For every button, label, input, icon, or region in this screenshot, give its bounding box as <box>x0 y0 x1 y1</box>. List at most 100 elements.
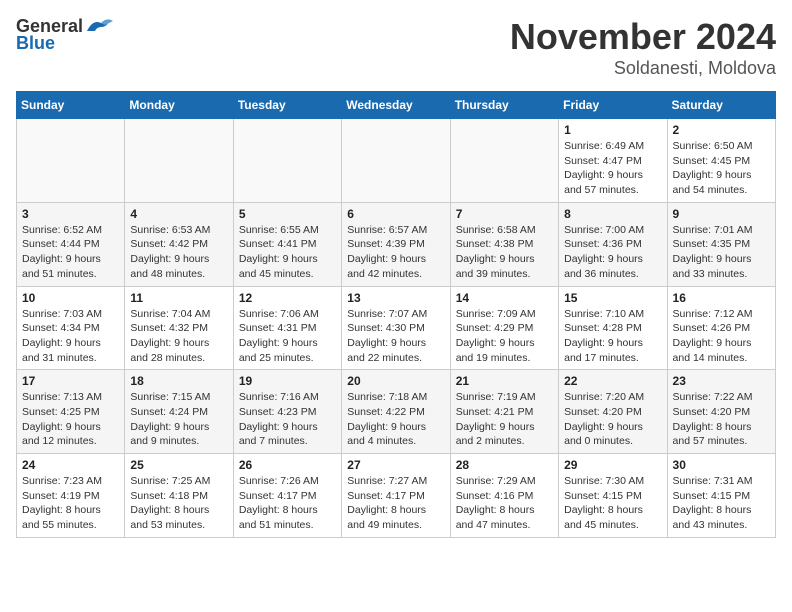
day-number: 23 <box>673 374 770 388</box>
day-info: Sunrise: 7:30 AM Sunset: 4:15 PM Dayligh… <box>564 474 661 533</box>
calendar-cell: 4 Sunrise: 6:53 AM Sunset: 4:42 PM Daylig… <box>125 202 233 286</box>
calendar-cell: 6 Sunrise: 6:57 AM Sunset: 4:39 PM Daylig… <box>342 202 450 286</box>
day-info: Sunrise: 7:27 AM Sunset: 4:17 PM Dayligh… <box>347 474 444 533</box>
day-info: Sunrise: 7:00 AM Sunset: 4:36 PM Dayligh… <box>564 223 661 282</box>
calendar-cell: 30 Sunrise: 7:31 AM Sunset: 4:15 PM Dayli… <box>667 454 775 538</box>
calendar-cell: 18 Sunrise: 7:15 AM Sunset: 4:24 PM Dayli… <box>125 370 233 454</box>
day-number: 30 <box>673 458 770 472</box>
calendar-cell: 21 Sunrise: 7:19 AM Sunset: 4:21 PM Dayli… <box>450 370 558 454</box>
calendar-cell: 19Sunrise: 7:16 AM Sunset: 4:23 PM Dayli… <box>233 370 341 454</box>
page-title: November 2024 <box>510 16 776 58</box>
calendar-cell: 27 Sunrise: 7:27 AM Sunset: 4:17 PM Dayli… <box>342 454 450 538</box>
day-number: 19 <box>239 374 336 388</box>
day-info: Sunrise: 6:52 AM Sunset: 4:44 PM Dayligh… <box>22 223 119 282</box>
day-number: 3 <box>22 207 119 221</box>
calendar-cell: 3 Sunrise: 6:52 AM Sunset: 4:44 PM Daylig… <box>17 202 125 286</box>
calendar-header-cell: Tuesday <box>233 92 341 119</box>
day-info: Sunrise: 6:57 AM Sunset: 4:39 PM Dayligh… <box>347 223 444 282</box>
calendar-header-cell: Monday <box>125 92 233 119</box>
day-number: 5 <box>239 207 336 221</box>
calendar-header-cell: Thursday <box>450 92 558 119</box>
day-number: 27 <box>347 458 444 472</box>
day-number: 15 <box>564 291 661 305</box>
day-number: 13 <box>347 291 444 305</box>
day-info: Sunrise: 7:12 AM Sunset: 4:26 PM Dayligh… <box>673 307 770 366</box>
calendar-cell: 1 Sunrise: 6:49 AM Sunset: 4:47 PM Daylig… <box>559 119 667 203</box>
logo: General Blue <box>16 16 113 54</box>
day-number: 21 <box>456 374 553 388</box>
calendar-cell: 24 Sunrise: 7:23 AM Sunset: 4:19 PM Dayli… <box>17 454 125 538</box>
day-info: Sunrise: 6:58 AM Sunset: 4:38 PM Dayligh… <box>456 223 553 282</box>
calendar-cell: 10 Sunrise: 7:03 AM Sunset: 4:34 PM Dayli… <box>17 286 125 370</box>
calendar-cell: 17 Sunrise: 7:13 AM Sunset: 4:25 PM Dayli… <box>17 370 125 454</box>
day-info: Sunrise: 7:22 AM Sunset: 4:20 PM Dayligh… <box>673 390 770 449</box>
day-info: Sunrise: 7:15 AM Sunset: 4:24 PM Dayligh… <box>130 390 227 449</box>
day-info: Sunrise: 7:10 AM Sunset: 4:28 PM Dayligh… <box>564 307 661 366</box>
day-info: Sunrise: 7:09 AM Sunset: 4:29 PM Dayligh… <box>456 307 553 366</box>
day-number: 10 <box>22 291 119 305</box>
day-number: 4 <box>130 207 227 221</box>
calendar-cell: 12Sunrise: 7:06 AM Sunset: 4:31 PM Dayli… <box>233 286 341 370</box>
calendar-cell: 5 Sunrise: 6:55 AM Sunset: 4:41 PM Daylig… <box>233 202 341 286</box>
calendar-cell: 26 Sunrise: 7:26 AM Sunset: 4:17 PM Dayli… <box>233 454 341 538</box>
calendar-week-row: 1 Sunrise: 6:49 AM Sunset: 4:47 PM Daylig… <box>17 119 776 203</box>
day-info: Sunrise: 7:23 AM Sunset: 4:19 PM Dayligh… <box>22 474 119 533</box>
calendar-header-cell: Sunday <box>17 92 125 119</box>
day-number: 18 <box>130 374 227 388</box>
calendar-cell: 9 Sunrise: 7:01 AM Sunset: 4:35 PM Daylig… <box>667 202 775 286</box>
day-info: Sunrise: 7:26 AM Sunset: 4:17 PM Dayligh… <box>239 474 336 533</box>
calendar-week-row: 24 Sunrise: 7:23 AM Sunset: 4:19 PM Dayli… <box>17 454 776 538</box>
day-number: 28 <box>456 458 553 472</box>
day-number: 1 <box>564 123 661 137</box>
day-number: 9 <box>673 207 770 221</box>
day-info: Sunrise: 7:19 AM Sunset: 4:21 PM Dayligh… <box>456 390 553 449</box>
calendar-cell <box>125 119 233 203</box>
day-info: Sunrise: 7:25 AM Sunset: 4:18 PM Dayligh… <box>130 474 227 533</box>
calendar-week-row: 17 Sunrise: 7:13 AM Sunset: 4:25 PM Dayli… <box>17 370 776 454</box>
calendar-cell <box>342 119 450 203</box>
calendar-cell <box>450 119 558 203</box>
calendar-header-cell: Saturday <box>667 92 775 119</box>
day-info: Sunrise: 7:20 AM Sunset: 4:20 PM Dayligh… <box>564 390 661 449</box>
day-number: 16 <box>673 291 770 305</box>
calendar-body: 1 Sunrise: 6:49 AM Sunset: 4:47 PM Daylig… <box>17 119 776 538</box>
logo-bird-icon <box>85 17 113 37</box>
calendar-cell <box>233 119 341 203</box>
calendar-cell: 13 Sunrise: 7:07 AM Sunset: 4:30 PM Dayli… <box>342 286 450 370</box>
day-info: Sunrise: 7:31 AM Sunset: 4:15 PM Dayligh… <box>673 474 770 533</box>
calendar-cell: 25Sunrise: 7:25 AM Sunset: 4:18 PM Dayli… <box>125 454 233 538</box>
day-number: 17 <box>22 374 119 388</box>
calendar-cell: 11Sunrise: 7:04 AM Sunset: 4:32 PM Dayli… <box>125 286 233 370</box>
day-number: 29 <box>564 458 661 472</box>
calendar-cell: 22Sunrise: 7:20 AM Sunset: 4:20 PM Dayli… <box>559 370 667 454</box>
day-info: Sunrise: 7:03 AM Sunset: 4:34 PM Dayligh… <box>22 307 119 366</box>
calendar-cell: 14Sunrise: 7:09 AM Sunset: 4:29 PM Dayli… <box>450 286 558 370</box>
day-number: 12 <box>239 291 336 305</box>
day-info: Sunrise: 6:49 AM Sunset: 4:47 PM Dayligh… <box>564 139 661 198</box>
logo-blue-text: Blue <box>16 33 55 54</box>
page-header: General Blue November 2024 Soldanesti, M… <box>16 16 776 79</box>
day-number: 7 <box>456 207 553 221</box>
day-info: Sunrise: 7:13 AM Sunset: 4:25 PM Dayligh… <box>22 390 119 449</box>
calendar-week-row: 3 Sunrise: 6:52 AM Sunset: 4:44 PM Daylig… <box>17 202 776 286</box>
day-info: Sunrise: 6:55 AM Sunset: 4:41 PM Dayligh… <box>239 223 336 282</box>
day-info: Sunrise: 6:50 AM Sunset: 4:45 PM Dayligh… <box>673 139 770 198</box>
title-block: November 2024 Soldanesti, Moldova <box>510 16 776 79</box>
calendar-cell: 8Sunrise: 7:00 AM Sunset: 4:36 PM Daylig… <box>559 202 667 286</box>
day-info: Sunrise: 7:18 AM Sunset: 4:22 PM Dayligh… <box>347 390 444 449</box>
day-info: Sunrise: 7:04 AM Sunset: 4:32 PM Dayligh… <box>130 307 227 366</box>
page-subtitle: Soldanesti, Moldova <box>510 58 776 79</box>
day-info: Sunrise: 7:01 AM Sunset: 4:35 PM Dayligh… <box>673 223 770 282</box>
calendar-cell: 29 Sunrise: 7:30 AM Sunset: 4:15 PM Dayli… <box>559 454 667 538</box>
day-info: Sunrise: 6:53 AM Sunset: 4:42 PM Dayligh… <box>130 223 227 282</box>
calendar-cell: 7 Sunrise: 6:58 AM Sunset: 4:38 PM Daylig… <box>450 202 558 286</box>
day-number: 26 <box>239 458 336 472</box>
calendar-week-row: 10 Sunrise: 7:03 AM Sunset: 4:34 PM Dayli… <box>17 286 776 370</box>
day-number: 24 <box>22 458 119 472</box>
day-number: 20 <box>347 374 444 388</box>
day-number: 6 <box>347 207 444 221</box>
calendar-cell: 23 Sunrise: 7:22 AM Sunset: 4:20 PM Dayli… <box>667 370 775 454</box>
calendar-cell: 28Sunrise: 7:29 AM Sunset: 4:16 PM Dayli… <box>450 454 558 538</box>
day-info: Sunrise: 7:07 AM Sunset: 4:30 PM Dayligh… <box>347 307 444 366</box>
calendar-cell: 15 Sunrise: 7:10 AM Sunset: 4:28 PM Dayli… <box>559 286 667 370</box>
